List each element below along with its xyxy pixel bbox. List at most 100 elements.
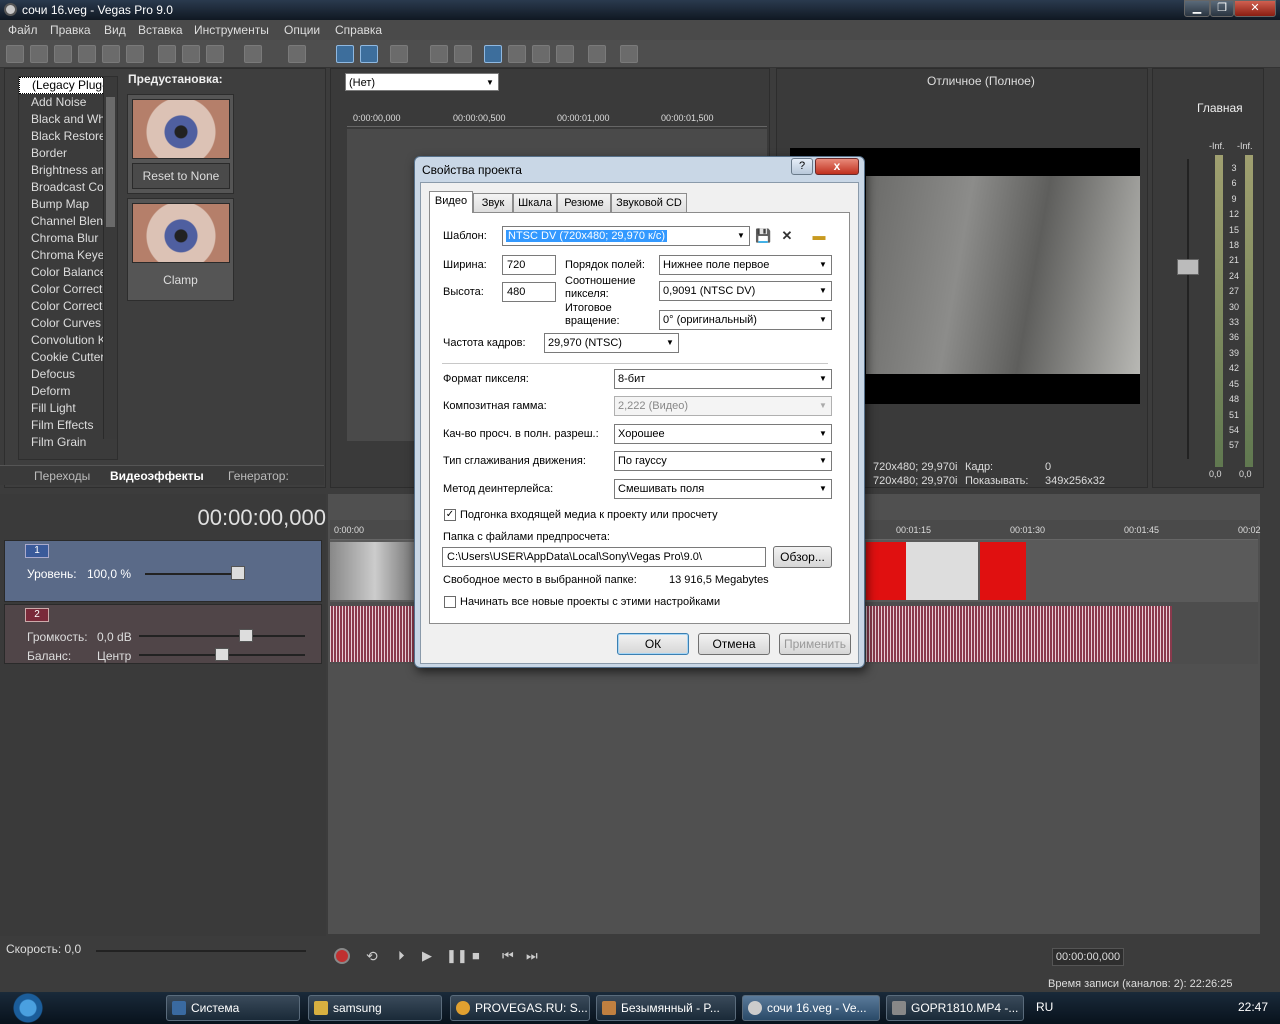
browse-button[interactable]: Обзор... — [773, 546, 832, 568]
tab-generators[interactable]: Генератор: — [228, 469, 289, 483]
audio-track-header[interactable]: 2 Громкость: 0,0 dB Баланс: Центр — [4, 604, 322, 664]
save-template-icon[interactable]: 💾 — [755, 228, 771, 244]
trimmer-time: 00:00:01,500 — [661, 113, 714, 123]
language-indicator[interactable]: RU — [1036, 1000, 1053, 1014]
stop-icon[interactable]: ■ — [472, 948, 480, 963]
preview-quality[interactable]: Отличное (Полное) — [927, 74, 1035, 88]
template-dropdown[interactable]: NTSC DV (720x480; 29,970 к/с) ▼ — [502, 226, 750, 246]
save-as-icon[interactable] — [78, 45, 96, 63]
taskbar-item[interactable]: Безымянный - P... — [596, 995, 736, 1021]
render-icon[interactable] — [102, 45, 120, 63]
menu-file[interactable]: Файл — [8, 23, 38, 37]
field-order-dropdown[interactable]: Нижнее поле первое ▼ — [659, 255, 832, 275]
open-icon[interactable] — [30, 45, 48, 63]
taskbar-item[interactable]: PROVEGAS.RU: S... — [450, 995, 590, 1021]
pan-slider[interactable] — [215, 648, 229, 661]
tab-audio-cd[interactable]: Звуковой CD — [611, 193, 687, 213]
cut-icon[interactable] — [158, 45, 176, 63]
tab-ruler[interactable]: Шкала — [513, 193, 557, 213]
ignore-grouping-icon[interactable] — [430, 45, 448, 63]
normal-edit-tool-icon[interactable] — [484, 45, 502, 63]
minimize-button[interactable]: ▁ — [1184, 0, 1210, 17]
volume-slider[interactable] — [239, 629, 253, 642]
width-input[interactable]: 720 — [502, 255, 556, 275]
tab-video-fx[interactable]: Видеоэффекты — [110, 469, 204, 483]
pause-icon[interactable]: ❚❚ — [446, 948, 468, 964]
play-icon[interactable]: ▶ — [422, 948, 432, 964]
trimmer-dropdown[interactable]: (Нет) ▼ — [345, 73, 499, 91]
envelope-tool-icon[interactable] — [508, 45, 526, 63]
taskbar-item[interactable]: GOPR1810.MP4 -... — [886, 995, 1024, 1021]
redo-icon[interactable] — [288, 45, 306, 63]
ok-button[interactable]: ОК — [617, 633, 689, 655]
paste-icon[interactable] — [206, 45, 224, 63]
save-icon[interactable] — [54, 45, 72, 63]
match-media-folder-icon[interactable]: ▬ — [811, 228, 827, 244]
copy-icon[interactable] — [182, 45, 200, 63]
new-icon[interactable] — [6, 45, 24, 63]
loop-icon[interactable]: ⟲ — [366, 948, 382, 964]
start-button[interactable] — [2, 992, 54, 1024]
video-event[interactable] — [330, 542, 420, 600]
preset-reset-to-none[interactable]: Reset to None — [127, 94, 234, 194]
wand-icon[interactable] — [588, 45, 606, 63]
video-track-header[interactable]: 1 Уровень: 100,0 % — [4, 540, 322, 602]
zoom-tool-icon[interactable] — [556, 45, 574, 63]
master-fader[interactable] — [1177, 259, 1199, 275]
deinterlace-dropdown[interactable]: Смешивать поля ▼ — [614, 479, 832, 499]
motion-blur-dropdown[interactable]: По гауссу ▼ — [614, 451, 832, 471]
prerender-folder-input[interactable]: C:\Users\USER\AppData\Local\Sony\Vegas P… — [442, 547, 766, 567]
video-event[interactable] — [866, 542, 906, 600]
adapt-media-checkbox[interactable]: ✓ — [444, 509, 456, 521]
free-space-value: 13 916,5 Megabytes — [669, 574, 769, 586]
default-settings-checkbox[interactable] — [444, 596, 456, 608]
whats-this-icon[interactable] — [620, 45, 638, 63]
maximize-button[interactable]: ❐ — [1210, 0, 1234, 17]
framerate-dropdown[interactable]: 29,970 (NTSC) ▼ — [544, 333, 679, 353]
default-settings-label: Начинать все новые проекты с этими настр… — [460, 596, 721, 608]
rotation-dropdown[interactable]: 0° (оригинальный) ▼ — [659, 310, 832, 330]
preview-quality-label: Кач-во просч. в полн. разреш.: — [443, 428, 599, 440]
speed-slider-track[interactable] — [96, 950, 306, 952]
lock-envelopes-icon[interactable] — [390, 45, 408, 63]
pixel-format-dropdown[interactable]: 8-бит ▼ — [614, 369, 832, 389]
pixel-aspect-dropdown[interactable]: 0,9091 (NTSC DV) ▼ — [659, 281, 832, 301]
taskbar-item[interactable]: samsung — [308, 995, 442, 1021]
properties-icon[interactable] — [126, 45, 144, 63]
autoripple-icon[interactable] — [360, 45, 378, 63]
snap-icon[interactable] — [336, 45, 354, 63]
undo-icon[interactable] — [244, 45, 262, 63]
crossfade[interactable] — [906, 542, 978, 600]
peak-left: -Inf. — [1209, 141, 1225, 151]
menu-insert[interactable]: Вставка — [138, 23, 183, 37]
tab-summary[interactable]: Резюме — [557, 193, 611, 213]
delete-template-icon[interactable]: ✕ — [779, 228, 795, 244]
effects-scrollbar[interactable] — [103, 77, 117, 439]
preview-quality-dropdown[interactable]: Хорошее ▼ — [614, 424, 832, 444]
help-button[interactable]: ? — [791, 158, 813, 175]
menu-tools[interactable]: Инструменты — [194, 23, 269, 37]
menu-help[interactable]: Справка — [335, 23, 382, 37]
close-button[interactable]: ✕ — [1234, 0, 1276, 17]
preset-clamp[interactable]: Clamp — [127, 198, 234, 301]
dialog-close-button[interactable]: x — [815, 158, 859, 175]
selection-tool-icon[interactable] — [532, 45, 550, 63]
cancel-button[interactable]: Отмена — [698, 633, 770, 655]
go-to-end-icon[interactable]: ⏭ — [526, 948, 538, 964]
tab-video[interactable]: Видео — [429, 191, 473, 213]
play-from-start-icon[interactable]: ⏵ — [398, 948, 405, 964]
taskbar-item[interactable]: сочи 16.veg - Ve... — [742, 995, 880, 1021]
taskbar-item[interactable]: Система — [166, 995, 300, 1021]
tab-audio[interactable]: Звук — [473, 193, 513, 213]
clock[interactable]: 22:47 — [1238, 1000, 1268, 1014]
menu-view[interactable]: Вид — [104, 23, 126, 37]
record-icon[interactable] — [334, 948, 350, 964]
height-input[interactable]: 480 — [502, 282, 556, 302]
go-to-start-icon[interactable]: ⏮ — [502, 948, 514, 964]
menu-edit[interactable]: Правка — [50, 23, 91, 37]
video-event[interactable] — [980, 542, 1026, 600]
menu-options[interactable]: Опции — [284, 23, 320, 37]
tab-transitions[interactable]: Переходы — [34, 469, 90, 483]
crossfade-icon[interactable] — [454, 45, 472, 63]
level-slider[interactable] — [231, 566, 245, 580]
